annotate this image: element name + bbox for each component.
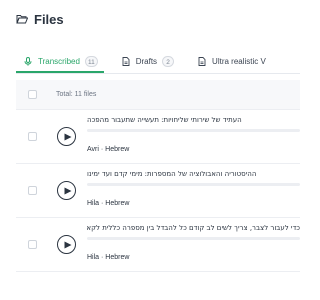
document-icon (198, 56, 206, 66)
row-checkbox[interactable] (28, 186, 37, 195)
file-meta: Hila · Hebrew (87, 200, 130, 207)
file-meta: Hila · Hebrew (87, 254, 130, 261)
tab-label: Ultra realistic V (212, 56, 266, 66)
play-icon (64, 241, 71, 248)
file-meta: Avri · Hebrew (87, 146, 130, 153)
tab-transcribed[interactable]: Transcribed 11 (16, 49, 104, 73)
play-icon (64, 187, 71, 194)
play-button[interactable] (57, 181, 76, 200)
page-header: Files (16, 10, 64, 28)
list-item[interactable]: כדי לעבור לצבר, צריך לשים לב קודם כל להב… (16, 218, 300, 272)
file-title[interactable]: כדי לעבור לצבר, צריך לשים לב קודם כל להב… (87, 224, 300, 232)
total-files-label: Total: 11 files (56, 91, 97, 98)
waveform-bar[interactable] (87, 237, 300, 240)
waveform-bar[interactable] (87, 183, 300, 186)
row-checkbox[interactable] (28, 132, 37, 141)
microphone-icon (24, 56, 32, 66)
row-checkbox[interactable] (28, 240, 37, 249)
folder-open-icon (16, 15, 28, 24)
select-all-checkbox[interactable] (28, 90, 37, 99)
play-button[interactable] (57, 235, 76, 254)
tab-label: Transcribed (38, 56, 80, 66)
file-list: Total: 11 files העתיד של שירותי שליחויות… (16, 80, 300, 272)
tab-count-badge: 11 (84, 55, 98, 67)
tab-drafts[interactable]: Drafts 2 (116, 49, 180, 73)
tab-bar: Transcribed 11 Drafts 2 Ultra realistic … (16, 49, 300, 73)
list-item[interactable]: ההיסטוריה והאבולוציה של המספרות: מימי קד… (16, 164, 300, 218)
page-title: Files (34, 11, 64, 27)
tab-divider (16, 73, 300, 74)
file-title[interactable]: ההיסטוריה והאבולוציה של המספרות: מימי קד… (87, 170, 300, 178)
file-title[interactable]: העתיד של שירותי שליחויות: תעשייה שתעבור … (87, 116, 300, 124)
tab-label: Drafts (135, 56, 158, 66)
tab-count-badge: 2 (162, 55, 175, 67)
document-icon (122, 56, 130, 66)
waveform-bar[interactable] (87, 129, 300, 132)
play-icon (64, 133, 71, 140)
play-button[interactable] (57, 127, 76, 146)
tab-ultra-realistic[interactable]: Ultra realistic V (192, 49, 272, 73)
list-header: Total: 11 files (16, 80, 300, 110)
list-item[interactable]: העתיד של שירותי שליחויות: תעשייה שתעבור … (16, 110, 300, 164)
